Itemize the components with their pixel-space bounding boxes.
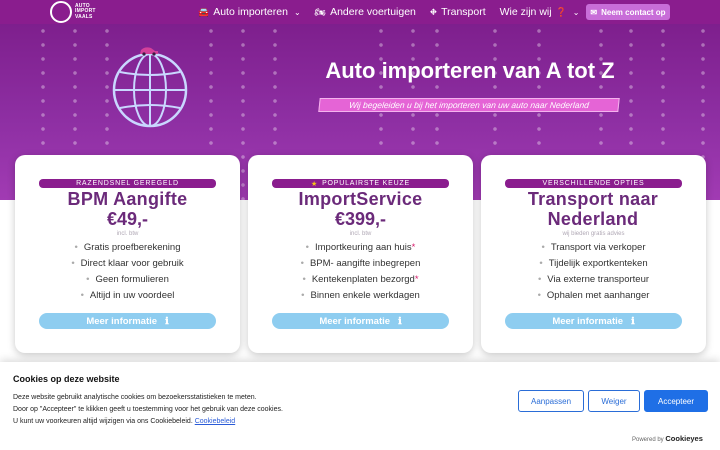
info-icon: ℹ — [165, 315, 169, 327]
road-icon: ⛖ — [429, 6, 438, 17]
card-price: €399,- — [334, 209, 387, 229]
motorcycle-icon: 🏍 — [314, 6, 327, 17]
list-item: • Kentekenplaten bezorgd* — [302, 274, 419, 285]
list-item: • BPM- aangifte inbegrepen — [300, 258, 421, 269]
card-importservice: ★ POPULAIRSTE KEUZE ImportService €399,-… — [248, 155, 473, 353]
card-price-note: wij bieden gratis advies — [562, 231, 625, 237]
info-icon: ℹ — [631, 315, 635, 327]
logo-globe-icon — [50, 1, 72, 23]
card-price-note: incl. btw — [349, 231, 372, 237]
list-item: • Altijd in uw voordeel — [80, 290, 175, 301]
envelope-icon: ✉ — [590, 7, 598, 17]
cookie-title: Cookies op deze website — [13, 374, 120, 384]
star-icon: ★ — [311, 180, 319, 188]
more-info-button[interactable]: Meer informatie ℹ — [272, 313, 449, 329]
card-transport: VERSCHILLENDE OPTIES Transport naar Nede… — [481, 155, 706, 353]
more-info-button[interactable]: Meer informatie ℹ — [39, 313, 216, 329]
list-item: • Tijdelijk exportkenteken — [539, 258, 648, 269]
list-item: • Transport via verkoper — [541, 242, 646, 253]
hero-title: Auto importeren van A tot Z — [325, 58, 615, 83]
list-item: • Geen formulieren — [86, 274, 169, 285]
list-item: • Via externe transporteur — [537, 274, 650, 285]
card-bpm-aangifte: RAZENDSNEL GEREGELD BPM Aangifte €49,- i… — [15, 155, 240, 353]
cookie-policy-link[interactable]: Cookiebeleid — [195, 418, 235, 425]
nav-item-andere-voertuigen[interactable]: 🏍 Andere voertuigen — [315, 6, 416, 18]
card-title: ImportService — [298, 189, 423, 209]
question-icon: ❓ — [555, 6, 567, 17]
contact-button[interactable]: ✉ Neem contact op — [586, 4, 670, 20]
nav-item-wie-zijn-wij[interactable]: Wie zijn wij ❓ ⌄ — [500, 6, 580, 18]
hero-subtitle: Wij begeleiden u bij het importeren van … — [318, 98, 620, 112]
chevron-down-icon: ⌄ — [572, 7, 580, 17]
top-navbar: AUTO IMPORT VAALS 🚘 Auto importeren ⌄ 🏍 … — [0, 0, 720, 24]
cookie-adjust-button[interactable]: Aanpassen — [518, 390, 584, 412]
list-item: • Importkeuring aan huis* — [305, 242, 416, 253]
info-icon: ℹ — [398, 315, 402, 327]
cookie-text: Deze website gebruikt analytische cookie… — [13, 394, 283, 425]
list-item: • Direct klaar voor gebruik — [71, 258, 184, 269]
chevron-down-icon: ⌄ — [293, 7, 301, 17]
cookie-accept-button[interactable]: Accepteer — [644, 390, 708, 412]
card-feature-list: • Gratis proefberekening • Direct klaar vo… — [15, 240, 240, 304]
cookie-powered-by: Powered by Cookieyes — [632, 434, 703, 443]
card-price-note: incl. btw — [116, 231, 139, 237]
list-item: • Gratis proefberekening — [74, 242, 181, 253]
globe-car-icon — [112, 47, 188, 128]
list-item: • Binnen enkele werkdagen — [301, 290, 420, 301]
site-logo[interactable]: AUTO IMPORT VAALS — [50, 1, 96, 23]
card-tag: VERSCHILLENDE OPTIES — [505, 179, 682, 188]
card-tag: RAZENDSNEL GEREGELD — [39, 179, 216, 188]
nav-item-transport[interactable]: ⛖ Transport — [430, 6, 486, 18]
card-feature-list: • Transport via verkoper • Tijdelijk expor… — [481, 240, 706, 304]
cookie-deny-button[interactable]: Weiger — [588, 390, 640, 412]
cookie-banner: Cookies op deze website Deze website geb… — [0, 362, 720, 450]
nav-menu: 🚘 Auto importeren ⌄ 🏍 Andere voertuigen … — [198, 0, 579, 24]
list-item: • Ophalen met aanhanger — [537, 290, 650, 301]
more-info-button[interactable]: Meer informatie ℹ — [505, 313, 682, 329]
car-icon: 🚘 — [198, 6, 210, 17]
card-title: Transport naar Nederland — [527, 189, 659, 229]
card-title: BPM Aangifte — [67, 189, 188, 209]
card-price: €49,- — [106, 209, 149, 229]
card-tag: ★ POPULAIRSTE KEUZE — [272, 179, 449, 188]
card-feature-list: • Importkeuring aan huis* • BPM- aangifte … — [248, 240, 473, 304]
nav-item-auto-importeren[interactable]: 🚘 Auto importeren ⌄ — [198, 6, 301, 18]
